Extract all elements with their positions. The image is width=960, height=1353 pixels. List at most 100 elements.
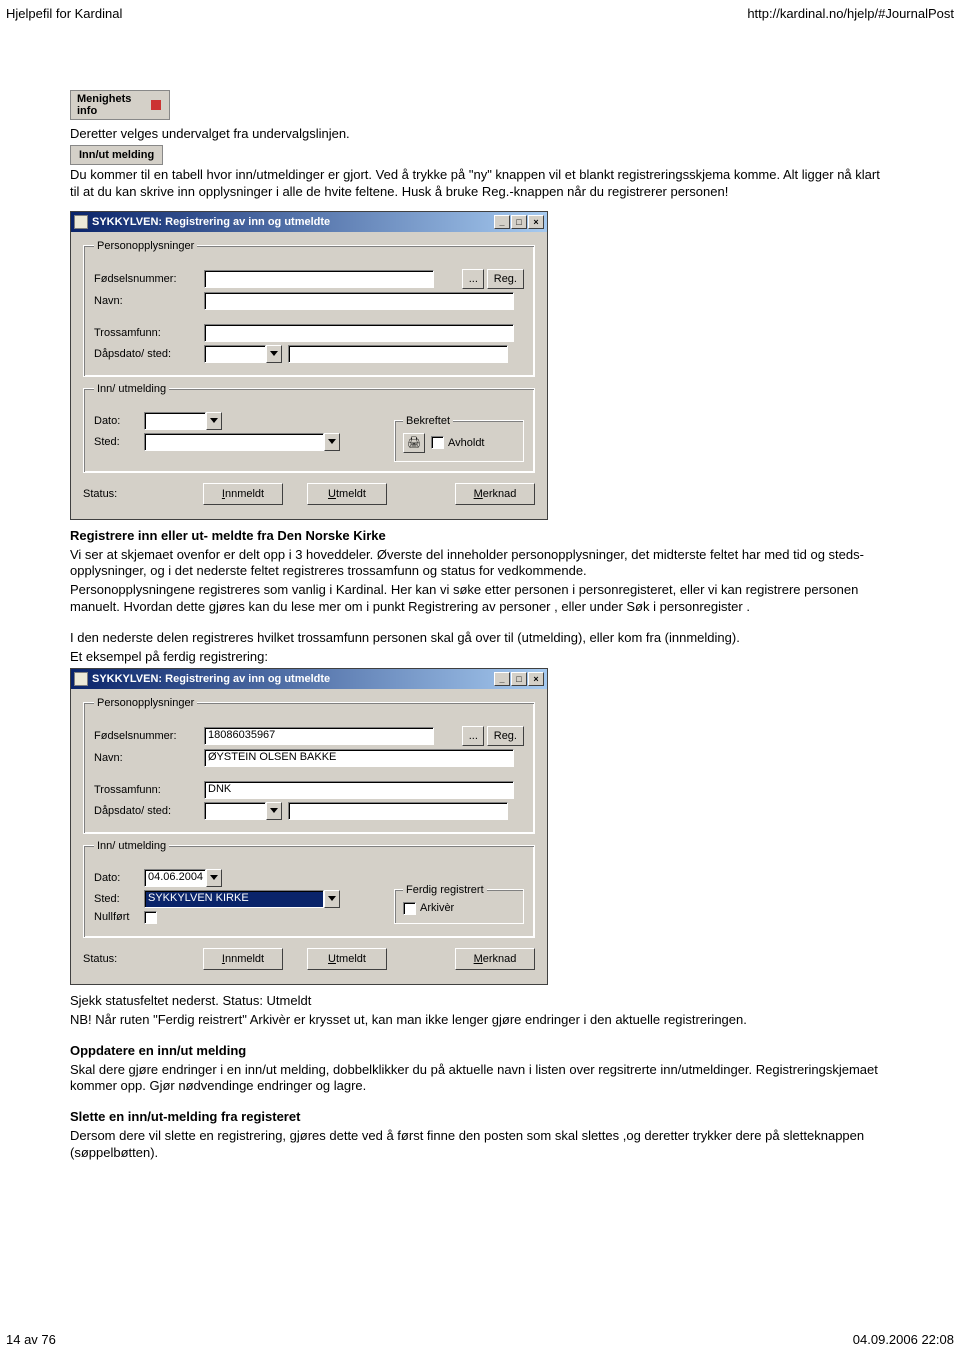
trossamfunn-label: Trossamfunn: [94, 327, 204, 339]
innmeldt-button[interactable]: Innmeldt [203, 483, 283, 505]
minimize-button[interactable]: _ [494, 215, 510, 229]
merknad-button[interactable]: Merknad [455, 948, 535, 970]
fodselsnummer-label: Fødselsnummer: [94, 273, 204, 285]
menu-label: Menighets info [77, 93, 131, 117]
fieldset-legend: Personopplysninger [94, 240, 197, 252]
dato-dropdown[interactable] [206, 869, 222, 887]
dato-dropdown[interactable] [206, 412, 222, 430]
app-icon [74, 215, 88, 229]
dapsdato-sted-label: Dåpsdato/ sted: [94, 805, 204, 817]
fodselsnummer-label: Fødselsnummer: [94, 730, 204, 742]
chevron-down-icon [210, 875, 218, 880]
dapssted-input[interactable] [288, 345, 508, 363]
dialog-title: SYKKYLVEN: Registrering av inn og utmeld… [92, 216, 494, 228]
sted-label: Sted: [94, 893, 144, 905]
avholdt-label: Avholdt [448, 437, 485, 449]
utmeldt-button[interactable]: Utmeldt [307, 948, 387, 970]
utmeldt-button[interactable]: Utmeldt [307, 483, 387, 505]
dialog-title: SYKKYLVEN: Registrering av inn og utmeld… [92, 673, 494, 685]
dapsdato-input[interactable] [204, 345, 266, 363]
trossamfunn-label: Trossamfunn: [94, 784, 204, 796]
maximize-button[interactable]: □ [511, 215, 527, 229]
sted-dropdown[interactable] [324, 433, 340, 451]
sted-label: Sted: [94, 436, 144, 448]
arkiver-checkbox[interactable] [403, 902, 416, 915]
browse-button[interactable]: ... [462, 269, 484, 289]
paragraph-3: Vi ser at skjemaet ovenfor er delt opp i… [70, 547, 890, 581]
navn-input[interactable]: ØYSTEIN OLSEN BAKKE [204, 749, 514, 767]
dapsdato-dropdown[interactable] [266, 802, 282, 820]
nullfort-label: Nullført [94, 911, 144, 923]
page-footer-right: 04.09.2006 22:08 [853, 1332, 954, 1347]
page-header-right: http://kardinal.no/hjelp/#JournalPost [747, 6, 954, 21]
page-header-left: Hjelpefil for Kardinal [6, 6, 122, 21]
sted-input[interactable]: SYKKYLVEN KIRKE [144, 890, 324, 908]
merknad-button[interactable]: Merknad [455, 483, 535, 505]
trossamfunn-input[interactable] [204, 324, 514, 342]
chevron-down-icon [328, 439, 336, 444]
inn-utmelding-fieldset: Inn/ utmelding Dato: Sted: [83, 383, 535, 473]
avholdt-checkbox[interactable] [431, 436, 444, 449]
navn-label: Navn: [94, 295, 204, 307]
personopplysninger-fieldset: Personopplysninger Fødselsnummer: 180860… [83, 697, 535, 834]
menighets-info-button[interactable]: Menighets info [70, 90, 170, 120]
maximize-button[interactable]: □ [511, 672, 527, 686]
paragraph-7: Sjekk statusfeltet nederst. Status: Utme… [70, 993, 890, 1010]
heading-oppdatere: Oppdatere en inn/ut melding [70, 1043, 246, 1058]
innmeldt-button[interactable]: Innmeldt [203, 948, 283, 970]
paragraph-8: NB! Når ruten "Ferdig reistrert" Arkivèr… [70, 1012, 890, 1029]
paragraph-1: Deretter velges undervalget fra underval… [70, 126, 890, 143]
dapssted-input[interactable] [288, 802, 508, 820]
app-icon [74, 672, 88, 686]
navn-input[interactable] [204, 292, 514, 310]
sted-dropdown[interactable] [324, 890, 340, 908]
paragraph-6: Et eksempel på ferdig registrering: [70, 649, 890, 666]
status-label: Status: [83, 953, 153, 965]
navn-label: Navn: [94, 752, 204, 764]
fieldset-legend: Inn/ utmelding [94, 383, 169, 395]
fodselsnummer-input[interactable] [204, 270, 434, 288]
dialog-titlebar: SYKKYLVEN: Registrering av inn og utmeld… [71, 212, 547, 232]
dapsdato-input[interactable] [204, 802, 266, 820]
fieldset-legend: Personopplysninger [94, 697, 197, 709]
paragraph-2: Du kommer til en tabell hvor inn/utmeldi… [70, 167, 890, 201]
bekreftet-fieldset: Bekreftet 🖨 Avholdt [394, 415, 524, 462]
fodselsnummer-input[interactable]: 18086035967 [204, 727, 434, 745]
paragraph-5: I den nederste delen registreres hvilket… [70, 630, 890, 647]
print-icon[interactable]: 🖨 [403, 433, 425, 453]
arkiver-label: Arkivèr [420, 902, 454, 914]
inn-ut-melding-button[interactable]: Inn/ut melding [70, 145, 163, 165]
fieldset-legend: Ferdig registrert [403, 884, 487, 896]
close-icon [151, 100, 161, 110]
trossamfunn-input[interactable]: DNK [204, 781, 514, 799]
fieldset-legend: Inn/ utmelding [94, 840, 169, 852]
paragraph-4: Personopplysningene registreres som vanl… [70, 582, 890, 616]
paragraph-10: Dersom dere vil slette en registrering, … [70, 1128, 890, 1162]
inn-utmelding-fieldset: Inn/ utmelding Dato: 04.06.2004 Sted: SY… [83, 840, 535, 938]
dato-label: Dato: [94, 415, 144, 427]
close-button[interactable]: × [528, 215, 544, 229]
browse-button[interactable]: ... [462, 726, 484, 746]
dialog-titlebar: SYKKYLVEN: Registrering av inn og utmeld… [71, 669, 547, 689]
dapsdato-dropdown[interactable] [266, 345, 282, 363]
dato-input[interactable] [144, 412, 206, 430]
fieldset-legend: Bekreftet [403, 415, 453, 427]
dapsdato-sted-label: Dåpsdato/ sted: [94, 348, 204, 360]
chevron-down-icon [270, 351, 278, 356]
dato-label: Dato: [94, 872, 144, 884]
chevron-down-icon [270, 808, 278, 813]
dato-input[interactable]: 04.06.2004 [144, 869, 206, 887]
sted-input[interactable] [144, 433, 324, 451]
heading-slette: Slette en inn/ut-melding fra registeret [70, 1109, 300, 1124]
registrering-dialog-filled: SYKKYLVEN: Registrering av inn og utmeld… [70, 668, 548, 985]
personopplysninger-fieldset: Personopplysninger Fødselsnummer: ... Re… [83, 240, 535, 377]
page-footer-left: 14 av 76 [6, 1332, 56, 1347]
reg-button[interactable]: Reg. [487, 269, 524, 289]
minimize-button[interactable]: _ [494, 672, 510, 686]
close-button[interactable]: × [528, 672, 544, 686]
reg-button[interactable]: Reg. [487, 726, 524, 746]
ferdig-registrert-fieldset: Ferdig registrert Arkivèr [394, 884, 524, 924]
chevron-down-icon [328, 896, 336, 901]
nullfort-checkbox[interactable] [144, 911, 157, 924]
status-label: Status: [83, 488, 153, 500]
